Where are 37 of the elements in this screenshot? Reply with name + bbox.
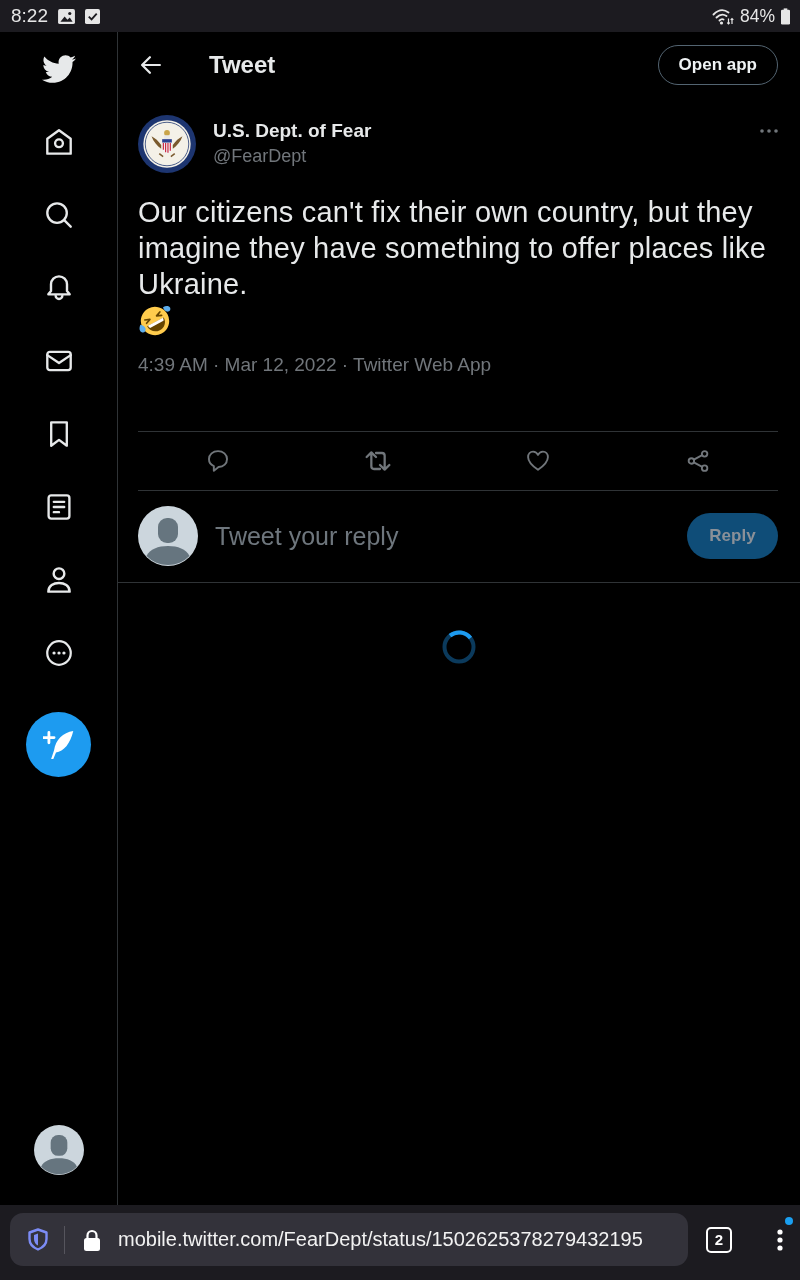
page-title: Tweet <box>209 51 276 79</box>
person-icon[interactable] <box>45 566 72 593</box>
speech-bubble-icon[interactable] <box>207 450 229 472</box>
feather-icon <box>43 729 74 760</box>
checkbox-icon <box>85 8 100 24</box>
reply-input[interactable]: Tweet your reply <box>215 517 687 555</box>
image-icon <box>58 8 75 24</box>
tab-count-button[interactable]: 2 <box>706 1226 732 1253</box>
wifi-icon <box>711 7 734 25</box>
bell-icon[interactable] <box>45 274 72 301</box>
bird-logo-icon[interactable] <box>41 54 76 83</box>
avatar-icon[interactable] <box>33 1125 84 1175</box>
seal-icon[interactable] <box>138 115 196 173</box>
clock-text: 8:22 <box>11 5 48 27</box>
search-icon[interactable] <box>45 201 72 228</box>
avatar-icon <box>138 506 198 566</box>
tweet-timestamp: 4:39 AM · Mar 12, 2022 · Twitter Web App <box>138 354 493 376</box>
author-handle: @FearDept <box>213 145 308 167</box>
loading-spinner-icon <box>442 630 476 664</box>
lock-icon[interactable] <box>83 1228 101 1251</box>
battery-icon <box>781 7 790 25</box>
home-icon[interactable] <box>45 128 72 155</box>
author-name: U.S. Dept. of Fear <box>213 120 372 142</box>
laughing-emoji-icon <box>138 304 172 338</box>
tweet-text: Our citizens can't fix their own country, but they imagine they have something to offer places like Ukraine. <box>138 195 768 302</box>
heart-icon[interactable] <box>527 450 549 472</box>
document-list-icon[interactable] <box>45 493 72 520</box>
more-icon[interactable] <box>45 639 72 666</box>
share-icon[interactable] <box>687 450 709 472</box>
back-arrow-icon[interactable] <box>141 56 161 74</box>
repeat-arrows-icon[interactable] <box>365 451 391 471</box>
notification-dot-icon <box>785 1216 793 1225</box>
shield-icon[interactable] <box>28 1228 48 1251</box>
menu-icon[interactable] <box>777 1228 783 1251</box>
url-text: mobile.twitter.com/FearDept/status/1502625378279432195 <box>118 1228 643 1251</box>
battery-text: 84% <box>739 5 775 27</box>
address-bar[interactable]: mobile.twitter.com/FearDept/status/1502625378279432195 <box>10 1213 688 1266</box>
